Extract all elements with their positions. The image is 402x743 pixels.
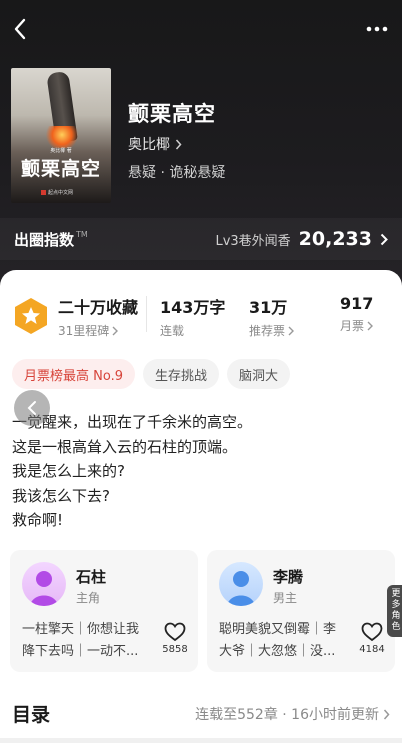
cover-author: 奥比椰 著 <box>50 148 72 154</box>
stat-recommend[interactable]: 31万 推荐票 <box>249 294 295 339</box>
character-role: 男主 <box>273 591 298 605</box>
stat-monthly-ticket-value: 917 <box>340 294 374 313</box>
more-dots-icon <box>366 26 388 32</box>
tag-brainstorm[interactable]: 脑洞大 <box>227 359 291 389</box>
person-icon <box>22 562 66 606</box>
publisher-logo-icon <box>41 190 46 195</box>
stat-word-count-value: 143万字 <box>160 298 226 317</box>
circle-index-value: 20,233 <box>298 228 372 250</box>
stat-word-count: 143万字 连载 <box>160 294 225 339</box>
intro-line: 我该怎么下去? <box>12 486 110 505</box>
intro-line: 一觉醒来，出现在了千余米的高空。 <box>12 413 253 431</box>
more-characters-char: 多 <box>391 600 401 610</box>
bottom-divider <box>0 738 402 743</box>
trademark-mark: TM <box>76 229 88 239</box>
milestone-badge-icon <box>15 298 47 334</box>
stats-divider <box>146 296 147 332</box>
genre-label[interactable]: 悬疑 · 诡秘悬疑 <box>128 162 225 182</box>
chevron-right-icon <box>175 139 182 149</box>
character-role: 主角 <box>76 591 101 605</box>
character-description: 一柱擎天｜你想让我 降下去吗｜一动不... <box>22 619 152 663</box>
chevron-left-icon <box>27 401 36 415</box>
character-list: 石柱 主角 一柱擎天｜你想让我 降下去吗｜一动不... 5858 李腾 男主 聪… <box>10 550 402 672</box>
more-characters-char: 角 <box>391 611 401 621</box>
character-description-line: 一柱擎天｜你想让我 <box>22 622 140 637</box>
book-cover[interactable]: 奥比椰 著 颤栗高空 起点中文网 <box>11 68 111 203</box>
more-characters-tab[interactable]: 更 多 角 色 <box>387 585 402 637</box>
chevron-right-icon <box>380 233 388 245</box>
tag-survival[interactable]: 生存挑战 <box>143 359 220 389</box>
toc-status-text: 连载至552章 · 16小时前更新 <box>195 707 379 723</box>
intro-line: 我是怎么上来的? <box>12 462 125 480</box>
intro-line: 救命啊! <box>12 511 64 529</box>
chevron-right-icon <box>288 326 295 335</box>
toc-title[interactable]: 目录 <box>12 700 50 727</box>
more-characters-char: 色 <box>391 622 401 632</box>
book-title: 颤栗高空 <box>128 102 216 126</box>
tag-list: 月票榜最高 No.9 生存挑战 脑洞大 <box>12 359 291 389</box>
stat-recommend-label: 推荐票 <box>249 324 286 338</box>
stat-monthly-ticket-label: 月票 <box>340 319 365 333</box>
like-count: 5858 <box>162 644 188 655</box>
author-name: 奥比椰 <box>128 137 170 153</box>
character-description-line: 聪明美貌又倒霉｜李 <box>219 622 337 637</box>
stat-monthly-ticket[interactable]: 917 月票 <box>340 294 373 334</box>
character-card[interactable]: 李腾 男主 聪明美貌又倒霉｜李 大爷｜大忽悠｜没... 4184 <box>207 550 395 672</box>
character-description: 聪明美貌又倒霉｜李 大爷｜大忽悠｜没... <box>219 619 349 663</box>
character-description-line: 降下去吗｜一动不... <box>22 644 139 659</box>
toc-status[interactable]: 连载至552章 · 16小时前更新 <box>195 704 390 724</box>
character-name: 李腾 <box>273 568 304 586</box>
circle-index-label: 出圈指数 <box>14 230 75 249</box>
chevron-right-icon <box>112 326 119 335</box>
chevron-right-icon <box>383 709 390 719</box>
floating-back-button[interactable] <box>14 390 50 426</box>
character-name: 石柱 <box>76 568 107 586</box>
circle-index-bar[interactable]: 出圈指数 TM Lv3巷外闻香 20,233 <box>0 218 402 260</box>
cover-title: 颤栗高空 <box>20 158 101 180</box>
author-link[interactable]: 奥比椰 <box>128 134 182 154</box>
person-icon <box>219 562 263 606</box>
character-description-line: 大爷｜大忽悠｜没... <box>219 644 336 659</box>
back-button[interactable] <box>8 16 32 42</box>
stat-recommend-value: 31万 <box>249 298 288 317</box>
character-avatar <box>219 562 263 606</box>
more-options-button[interactable] <box>362 16 392 42</box>
stat-milestone-label: 31里程碑 <box>58 324 110 338</box>
chevron-left-icon <box>14 18 26 40</box>
cover-fire-art <box>45 126 79 148</box>
stat-collections[interactable]: 二十万收藏 31里程碑 <box>58 294 138 339</box>
book-intro[interactable]: 一觉醒来，出现在了千余米的高空。 这是一根高耸入云的石柱的顶端。 我是怎么上来的… <box>12 410 392 533</box>
heart-icon[interactable] <box>164 622 186 642</box>
intro-line: 这是一根高耸入云的石柱的顶端。 <box>12 437 238 456</box>
like-count: 4184 <box>359 644 385 655</box>
cover-publisher: 起点中文网 <box>41 189 73 196</box>
more-characters-char: 更 <box>391 589 401 599</box>
book-header: 奥比椰 著 颤栗高空 起点中文网 颤栗高空 奥比椰 悬疑 · 诡秘悬疑 出圈指数… <box>0 0 402 290</box>
stat-collections-value: 二十万收藏 <box>58 298 139 317</box>
tag-ranking[interactable]: 月票榜最高 No.9 <box>12 359 135 389</box>
character-avatar <box>22 562 66 606</box>
circle-level: Lv3巷外闻香 <box>215 233 291 249</box>
chevron-right-icon <box>367 321 374 330</box>
heart-icon[interactable] <box>361 622 383 642</box>
character-card[interactable]: 石柱 主角 一柱擎天｜你想让我 降下去吗｜一动不... 5858 <box>10 550 198 672</box>
stat-word-count-label: 连载 <box>160 324 185 338</box>
